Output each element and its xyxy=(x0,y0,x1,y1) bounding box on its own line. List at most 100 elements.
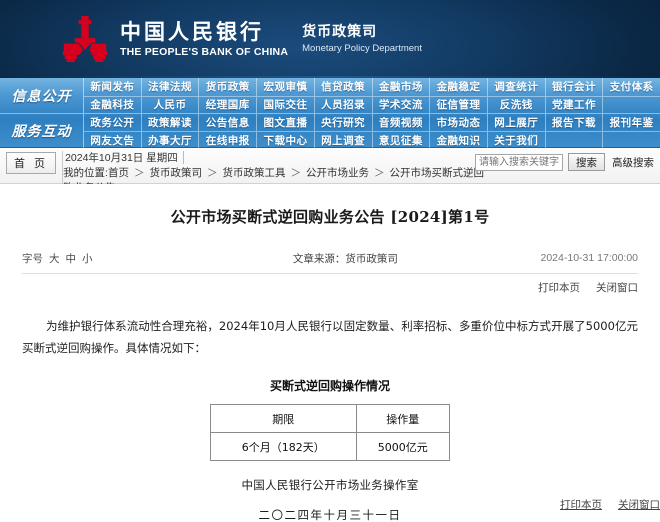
nav-item-empty xyxy=(546,132,604,148)
table-row: 6个月（182天） 5000亿元 xyxy=(210,432,451,461)
font-size-large[interactable]: 大 xyxy=(49,251,60,266)
nav-item-online-exhibition[interactable]: 网上展厅 xyxy=(488,114,546,131)
nav-section-label-service-interaction[interactable]: 服务互动 xyxy=(0,114,84,148)
nav-section-label-info-disclosure[interactable]: 信息公开 xyxy=(0,78,84,113)
nav-item-report-download[interactable]: 报告下载 xyxy=(546,114,604,131)
operation-table: 期限 操作量 6个月（182天） 5000亿元 xyxy=(210,404,451,461)
font-size-controls: 字号 大 中 小 xyxy=(22,251,225,266)
nav-section-service-interaction: 服务互动 政务公开 政策解读 公告信息 图文直播 央行研究 音频视频 市场动态 … xyxy=(0,113,660,148)
nav-item-financial-stability[interactable]: 金融稳定 xyxy=(430,78,488,96)
nav-item-central-bank-research[interactable]: 央行研究 xyxy=(315,114,373,131)
page-root: 中国人民银行 THE PEOPLE'S BANK OF CHINA 货币政策司 … xyxy=(0,0,660,522)
nav-item-bank-accounting[interactable]: 银行会计 xyxy=(546,78,604,96)
bank-name-en: THE PEOPLE'S BANK OF CHINA xyxy=(120,46,289,59)
pboc-logo-icon xyxy=(62,16,108,62)
nav-item-credit-policy[interactable]: 信贷政策 xyxy=(315,78,373,96)
font-size-small[interactable]: 小 xyxy=(82,251,93,266)
nav-item-macroprudential[interactable]: 宏观审慎 xyxy=(257,78,315,96)
print-page-link[interactable]: 打印本页 xyxy=(538,280,580,295)
nav-item-statistics[interactable]: 调查统计 xyxy=(488,78,546,96)
nav-item-credit-reference[interactable]: 征信管理 xyxy=(430,96,488,113)
article-source: 文章来源：货币政策司 xyxy=(292,252,398,265)
nav-item-policy-interpretation[interactable]: 政策解读 xyxy=(142,114,200,131)
breadcrumb-item-monetary-policy-dept[interactable]: 货币政策司 xyxy=(149,167,202,179)
nav-item-empty xyxy=(603,132,660,148)
search-area: 搜索 高级搜索 xyxy=(475,153,654,171)
search-button[interactable]: 搜索 xyxy=(568,153,605,171)
nav-item-rmb[interactable]: 人民币 xyxy=(142,96,200,113)
table-col-term: 期限 xyxy=(210,404,357,433)
breadcrumb-bar: 首 页 2024年10月31日 星期四 我的位置:首页 ＞ 货币政策司 ＞ 货币政策工具… xyxy=(0,148,660,196)
nav-line: 政务公开 政策解读 公告信息 图文直播 央行研究 音频视频 市场动态 网上展厅 … xyxy=(84,114,660,131)
article-tools-top: 打印本页 关闭窗口 xyxy=(22,280,638,295)
nav-item-news[interactable]: 新闻发布 xyxy=(84,78,142,96)
signature-date: 二〇二四年十月三十一日 xyxy=(258,508,402,522)
nav-item-public-notice[interactable]: 网友文告 xyxy=(84,132,142,148)
nav-item-anti-money-laundering[interactable]: 反洗钱 xyxy=(488,96,546,113)
breadcrumb-item-open-market-ops[interactable]: 公开市场业务 xyxy=(306,167,369,179)
home-button[interactable]: 首 页 xyxy=(6,152,57,174)
nav-item-empty xyxy=(603,97,660,114)
page-title: 公开市场买断式逆回购业务公告 [2024]第1号 xyxy=(170,208,490,226)
table-col-volume: 操作量 xyxy=(355,404,451,433)
bank-name-cn: 中国人民银行 xyxy=(120,19,264,44)
search-input[interactable] xyxy=(475,153,563,171)
nav-item-international[interactable]: 国际交往 xyxy=(257,96,315,113)
breadcrumb-item-policy-tools[interactable]: 货币政策工具 xyxy=(222,167,285,179)
signature-organization: 中国人民银行公开市场业务操作室 xyxy=(241,478,419,492)
article-body: 为维护银行体系流动性合理充裕，2024年10月人民银行以固定数量、利率招标、多重… xyxy=(22,319,638,355)
nav-item-fintech[interactable]: 金融科技 xyxy=(84,96,142,113)
nav-item-download-center[interactable]: 下载中心 xyxy=(257,132,315,148)
nav-item-laws[interactable]: 法律法规 xyxy=(142,78,200,96)
nav-item-recruitment[interactable]: 人员招录 xyxy=(315,96,373,113)
nav-item-yearbook[interactable]: 报刊年鉴 xyxy=(603,114,660,131)
nav-item-government-affairs[interactable]: 政务公开 xyxy=(84,114,142,131)
advanced-search-link[interactable]: 高级搜索 xyxy=(612,155,654,170)
nav-item-online-declaration[interactable]: 在线申报 xyxy=(199,132,258,148)
site-header: 中国人民银行 THE PEOPLE'S BANK OF CHINA 货币政策司 … xyxy=(0,0,660,78)
table-header-row: 期限 操作量 xyxy=(210,404,451,433)
nav-item-audio-video[interactable]: 音频视频 xyxy=(373,114,431,131)
breadcrumb-divider xyxy=(182,151,184,164)
nav-item-payment-system[interactable]: 支付体系 xyxy=(603,78,660,96)
nav-item-party-building[interactable]: 党建工作 xyxy=(546,96,604,113)
font-size-medium[interactable]: 中 xyxy=(66,251,77,266)
meta-divider xyxy=(22,273,638,274)
nav-item-announcements[interactable]: 公告信息 xyxy=(199,114,258,131)
table-caption: 买断式逆回购操作情况 xyxy=(269,379,390,393)
nav-line: 网友文告 办事大厅 在线申报 下载中心 网上调查 意见征集 金融知识 关于我们 xyxy=(84,131,660,148)
breadcrumb-arrow: ＞ xyxy=(373,167,385,179)
nav-item-monetary-policy[interactable]: 货币政策 xyxy=(199,78,258,96)
nav-item-about-us[interactable]: 关于我们 xyxy=(488,132,546,148)
font-size-label: 字号 xyxy=(22,252,43,265)
nav-item-service-hall[interactable]: 办事大厅 xyxy=(142,132,200,148)
article-container: 公开市场买断式逆回购业务公告 [2024]第1号 字号 大 中 小 文章来源：货… xyxy=(0,184,660,522)
nav-item-financial-market[interactable]: 金融市场 xyxy=(373,78,431,96)
brand-block[interactable]: 中国人民银行 THE PEOPLE'S BANK OF CHINA 货币政策司 … xyxy=(62,15,422,63)
print-page-link-bottom[interactable]: 打印本页 xyxy=(560,497,602,512)
table-cell-term: 6个月（182天） xyxy=(210,432,357,461)
breadcrumb-arrow: ＞ xyxy=(206,167,218,179)
department-name-en: Monetary Policy Department xyxy=(302,42,422,54)
nav-item-market-news[interactable]: 市场动态 xyxy=(430,114,488,131)
close-window-link-bottom[interactable]: 关闭窗口 xyxy=(618,497,660,512)
article-meta: 字号 大 中 小 文章来源：货币政策司 2024-10-31 17:00:00 xyxy=(22,249,638,267)
nav-item-live-stream[interactable]: 图文直播 xyxy=(257,114,315,131)
table-cell-volume: 5000亿元 xyxy=(355,432,451,461)
close-window-link[interactable]: 关闭窗口 xyxy=(596,280,638,295)
nav-item-financial-knowledge[interactable]: 金融知识 xyxy=(430,132,488,148)
nav-item-feedback[interactable]: 意见征集 xyxy=(373,132,431,148)
nav-item-online-survey[interactable]: 网上调查 xyxy=(315,132,373,148)
article-timestamp: 2024-10-31 17:00:00 xyxy=(540,252,639,264)
nav-item-academic[interactable]: 学术交流 xyxy=(373,96,431,113)
nav-line: 金融科技 人民币 经理国库 国际交往 人员招录 学术交流 征信管理 反洗钱 党建… xyxy=(84,95,660,114)
article-tools-bottom: 打印本页 关闭窗口 xyxy=(560,497,660,512)
breadcrumb-arrow: ＞ xyxy=(133,167,145,179)
breadcrumb-my-location[interactable]: 我的位置:首页 xyxy=(63,167,129,179)
nav-item-treasury[interactable]: 经理国库 xyxy=(199,96,258,113)
current-date: 2024年10月31日 星期四 xyxy=(65,152,178,164)
nav-section-info-disclosure: 信息公开 新闻发布 法律法规 货币政策 宏观审慎 信贷政策 金融市场 金融稳定 … xyxy=(0,78,660,113)
department-name-cn: 货币政策司 xyxy=(302,23,378,40)
main-navigation: 信息公开 新闻发布 法律法规 货币政策 宏观审慎 信贷政策 金融市场 金融稳定 … xyxy=(0,78,660,148)
breadcrumb-arrow: ＞ xyxy=(290,167,301,179)
